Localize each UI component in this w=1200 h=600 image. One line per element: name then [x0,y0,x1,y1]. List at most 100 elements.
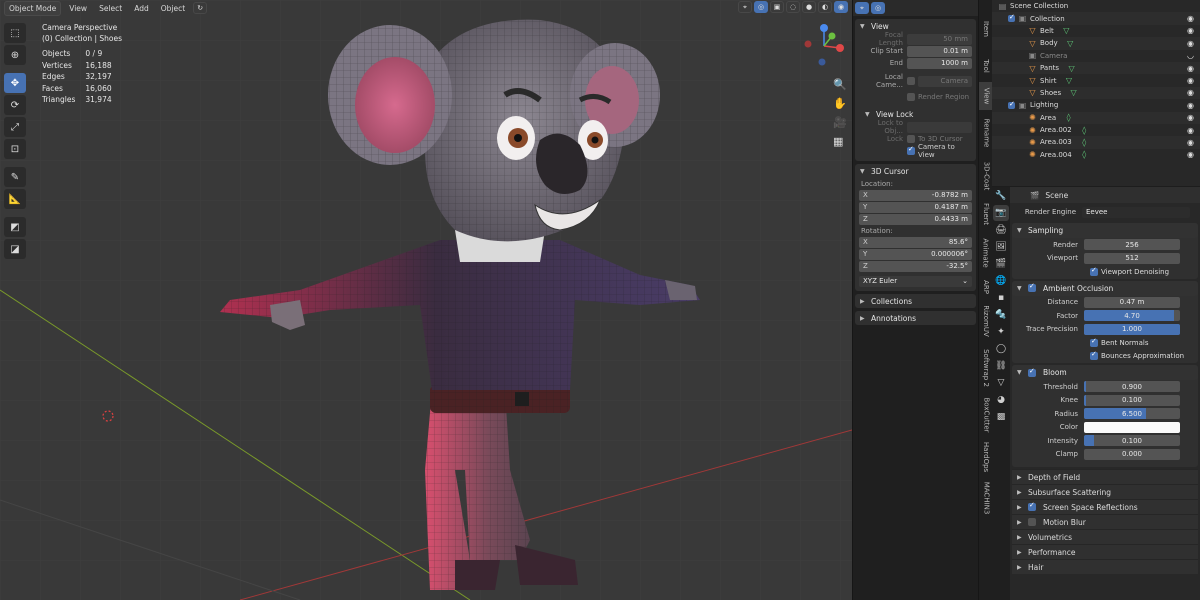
section-depth-of-field[interactable]: ▶ Depth of Field [1012,469,1198,484]
lock-to-object-field[interactable] [907,121,972,133]
outliner-row[interactable]: ▤ Scene Collection [992,0,1200,12]
collections-panel[interactable]: ▶ Collections [855,294,976,308]
section-screen-space-reflections[interactable]: ▶ Screen Space Reflections [1012,499,1198,514]
texture-properties-icon[interactable]: ▩ [993,409,1009,425]
viewport-denoising-checkbox[interactable] [1090,266,1098,276]
scale-icon[interactable]: ⤢ [4,117,26,137]
eye-icon[interactable]: ◉ [1187,14,1194,23]
shading-material-icon[interactable]: ◐ [818,1,832,13]
render-region-checkbox[interactable] [907,93,915,101]
rotate-icon[interactable]: ⟳ [4,95,26,115]
mode-selector[interactable]: Object Mode [4,0,62,16]
cursor-location-z[interactable]: Z 0.4433 m [859,213,972,225]
npanel-tab-item[interactable]: Item [979,8,993,50]
npanel-tab-view[interactable]: View [979,82,993,110]
cursor-rotation-z[interactable]: Z -32.5° [859,260,972,272]
collection-exclude-checkbox[interactable] [1008,13,1015,23]
collection-exclude-checkbox[interactable] [1008,100,1015,109]
overlays-icon[interactable]: ◎ [754,1,768,13]
measure-icon[interactable]: 📐 [4,189,26,209]
eye-icon[interactable]: ◉ [1187,150,1194,159]
eye-icon[interactable]: ◉ [1187,76,1194,85]
cursor-rotation-x[interactable]: X 85.6° [859,236,972,248]
bounces-approx-checkbox[interactable] [1090,350,1098,361]
modifier-properties-icon[interactable]: 🔩 [993,307,1009,323]
bloom-color-swatch[interactable] [1084,421,1180,433]
view-layer-icon[interactable]: 🖼 [993,239,1009,255]
ao-header[interactable]: ▼ Ambient Occlusion [1012,280,1198,296]
npanel-tab-hardops[interactable]: HardOps [979,439,993,475]
to-3d-cursor-checkbox[interactable] [907,135,915,143]
outliner-row[interactable]: ▣Lighting ◉ [992,99,1200,111]
show-gizmo-icon[interactable]: ⌖ [738,1,752,13]
shading-solid-icon[interactable]: ● [802,1,816,13]
xray-icon[interactable]: ▣ [770,1,784,13]
data-properties-icon[interactable]: ▽ [993,375,1009,391]
section-enable-checkbox[interactable] [1028,518,1036,526]
cursor-location-y[interactable]: Y 0.4187 m [859,201,972,213]
menu-add[interactable]: Add [130,2,153,15]
overlay-toggle-icon[interactable]: ◎ [871,2,885,14]
sampling-header[interactable]: ▼ Sampling [1012,223,1198,238]
menu-select[interactable]: Select [95,2,126,15]
outliner-row[interactable]: ▽ Shirt ▽ ◉ [992,74,1200,86]
outliner-row[interactable]: ✺ Area.003 ◊ ◉ [992,136,1200,149]
clip-end-field[interactable]: 1000 m [907,57,972,69]
eye-icon[interactable]: ◉ [1187,39,1194,48]
tool-settings-icon[interactable]: 🔧 [993,188,1009,204]
extrude-icon[interactable]: ◪ [4,239,26,259]
bloom-radius-slider[interactable]: 6.500 [1084,408,1180,420]
cursor-panel-header[interactable]: ▼ 3D Cursor [855,164,976,178]
ao-trace-slider[interactable]: 1.000 [1084,323,1180,335]
outliner-row[interactable]: ✺ Area.002 ◊ ◉ [992,124,1200,136]
npanel-tab-machin3[interactable]: MACHIN3 [979,478,993,518]
object-properties-icon[interactable]: ▪ [993,290,1009,306]
render-samples-field[interactable]: 256 [1084,239,1180,251]
cursor-rotation-y[interactable]: Y 0.000006° [859,248,972,260]
section-subsurface-scattering[interactable]: ▶ Subsurface Scattering [1012,484,1198,499]
transform-pivot-icon[interactable]: ↻ [193,2,208,14]
cursor-location-x[interactable]: X -0.8782 m [859,189,972,201]
npanel-tab-boxcutter[interactable]: BoxCutter [979,394,993,436]
section-volumetrics[interactable]: ▶ Volumetrics [1012,529,1198,544]
menu-view[interactable]: View [65,2,91,15]
constraints-icon[interactable]: ⛓ [993,358,1009,374]
move-icon[interactable]: ✥ [4,73,26,93]
render-engine-select[interactable]: Eevee [1082,206,1190,218]
outliner-row[interactable]: ▣Collection ◉ [992,12,1200,25]
section-performance[interactable]: ▶ Performance [1012,544,1198,559]
npanel-tab-rename[interactable]: Rename [979,113,993,153]
section-hair[interactable]: ▶ Hair [1012,559,1198,574]
camera-to-view-checkbox[interactable] [907,145,915,155]
npanel-tab-tool[interactable]: Tool [979,53,993,79]
eye-icon[interactable]: ◉ [1187,126,1194,135]
zoom-icon[interactable]: 🔍 [833,78,847,91]
section-enable-checkbox[interactable] [1028,501,1036,511]
outliner-row[interactable]: ▽ Pants ▽ ◉ [992,61,1200,75]
npanel-tab-rizomuv[interactable]: RizomUV [979,300,993,342]
local-camera-checkbox[interactable] [907,77,915,85]
ao-distance-field[interactable]: 0.47 m [1084,296,1180,308]
bloom-knee-slider[interactable]: 0.100 [1084,394,1180,406]
camera-view-icon[interactable]: 🎥 [833,116,847,129]
shading-wireframe-icon[interactable]: ◌ [786,1,800,13]
bloom-clamp-field[interactable]: 0.000 [1084,448,1180,460]
gizmo-toggle-icon[interactable]: ⌖ [855,2,869,14]
3d-viewport[interactable]: Object Mode View Select Add Object ↻ ⌖ ◎… [0,0,852,600]
hidden-icon[interactable]: ◡ [1187,51,1194,60]
annotations-panel[interactable]: ▶ Annotations [855,311,976,325]
local-camera-field[interactable]: Camera [918,75,972,87]
clip-start-field[interactable]: 0.01 m [907,45,972,57]
eye-icon[interactable]: ◉ [1187,26,1194,35]
select-box-icon[interactable]: ⬚ [4,23,26,43]
render-properties-icon[interactable]: 📷 [993,205,1009,221]
perspective-grid-icon[interactable]: ▦ [833,135,847,148]
bloom-threshold-slider[interactable]: 0.900 [1084,381,1180,393]
eye-icon[interactable]: ◉ [1187,138,1194,147]
eye-icon[interactable]: ◉ [1187,101,1194,110]
outliner-row[interactable]: ▽ Body ▽ ◉ [992,37,1200,50]
bent-normals-checkbox[interactable] [1090,337,1098,347]
world-properties-icon[interactable]: 🌐 [993,273,1009,289]
navigation-gizmo[interactable] [800,22,848,68]
ao-enable-checkbox[interactable] [1028,282,1036,292]
